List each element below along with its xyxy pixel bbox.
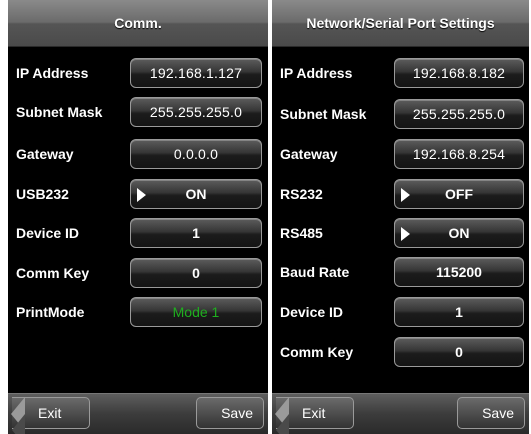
device-id-label: Device ID <box>280 304 344 320</box>
back-arrow-icon <box>275 397 289 434</box>
usb232-value: ON <box>185 186 207 202</box>
comm-settings-screen: Comm. IP Address 192.168.1.127 Subnet Ma… <box>8 0 268 434</box>
rs485-label: RS485 <box>280 225 323 241</box>
print-mode-field[interactable]: Mode 1 <box>130 297 262 327</box>
rs232-label: RS232 <box>280 186 323 202</box>
comm-key-row: Comm Key 0 <box>8 258 268 288</box>
ip-address-row: IP Address 192.168.1.127 <box>8 58 268 88</box>
footer-bar: Exit Save <box>272 393 529 434</box>
exit-label: Exit <box>38 405 62 421</box>
rs232-value: OFF <box>445 186 473 202</box>
ip-address-label: IP Address <box>280 65 353 81</box>
subnet-mask-row: Subnet Mask 255.255.255.0 <box>8 97 268 127</box>
rs232-row: RS232 OFF <box>272 179 529 209</box>
usb232-toggle[interactable]: ON <box>130 179 262 209</box>
gateway-row: Gateway 0.0.0.0 <box>8 139 268 169</box>
screen-title: Comm. <box>8 0 268 47</box>
save-label: Save <box>221 405 253 421</box>
exit-label: Exit <box>302 405 326 421</box>
rs485-toggle[interactable]: ON <box>394 218 524 248</box>
exit-button[interactable]: Exit <box>275 397 354 434</box>
baud-rate-row: Baud Rate 115200 <box>272 257 529 287</box>
triangle-right-icon <box>137 188 146 202</box>
usb232-row: USB232 ON <box>8 179 268 209</box>
exit-button[interactable]: Exit <box>11 397 90 434</box>
footer-bar: Exit Save <box>8 393 268 434</box>
gateway-field[interactable]: 0.0.0.0 <box>130 139 262 169</box>
subnet-mask-label: Subnet Mask <box>16 104 103 120</box>
device-id-field[interactable]: 1 <box>394 297 524 327</box>
baud-rate-label: Baud Rate <box>280 264 350 280</box>
rs232-toggle[interactable]: OFF <box>394 179 524 209</box>
subnet-mask-field[interactable]: 255.255.255.0 <box>394 99 524 129</box>
usb232-label: USB232 <box>16 186 69 202</box>
back-arrow-icon <box>11 397 25 434</box>
gateway-row: Gateway 192.168.8.254 <box>272 139 529 169</box>
gateway-field[interactable]: 192.168.8.254 <box>394 139 524 169</box>
triangle-right-icon <box>401 227 410 241</box>
comm-key-label: Comm Key <box>280 344 354 360</box>
device-id-field[interactable]: 1 <box>130 218 262 248</box>
ip-address-row: IP Address 192.168.8.182 <box>272 58 529 88</box>
gateway-label: Gateway <box>280 146 338 162</box>
subnet-mask-row: Subnet Mask 255.255.255.0 <box>272 99 529 129</box>
device-id-label: Device ID <box>16 225 80 241</box>
rs485-row: RS485 ON <box>272 218 529 248</box>
comm-key-field[interactable]: 0 <box>394 337 524 367</box>
device-id-row: Device ID 1 <box>272 297 529 327</box>
comm-key-field[interactable]: 0 <box>130 258 262 288</box>
screen-title: Network/Serial Port Settings <box>272 0 529 47</box>
network-serial-settings-screen: Network/Serial Port Settings IP Address … <box>272 0 529 434</box>
ip-address-field[interactable]: 192.168.8.182 <box>394 58 524 88</box>
comm-key-row: Comm Key 0 <box>272 337 529 367</box>
save-button[interactable]: Save <box>196 397 264 429</box>
save-button[interactable]: Save <box>457 397 525 429</box>
triangle-right-icon <box>401 188 410 202</box>
device-id-row: Device ID 1 <box>8 218 268 248</box>
comm-key-label: Comm Key <box>16 265 90 281</box>
print-mode-row: PrintMode Mode 1 <box>8 297 268 327</box>
subnet-mask-label: Subnet Mask <box>280 106 367 122</box>
subnet-mask-field[interactable]: 255.255.255.0 <box>130 97 262 127</box>
save-label: Save <box>482 405 514 421</box>
baud-rate-field[interactable]: 115200 <box>394 257 524 287</box>
print-mode-label: PrintMode <box>16 304 85 320</box>
ip-address-label: IP Address <box>16 65 89 81</box>
rs485-value: ON <box>448 225 470 241</box>
gateway-label: Gateway <box>16 146 74 162</box>
ip-address-field[interactable]: 192.168.1.127 <box>130 58 262 88</box>
